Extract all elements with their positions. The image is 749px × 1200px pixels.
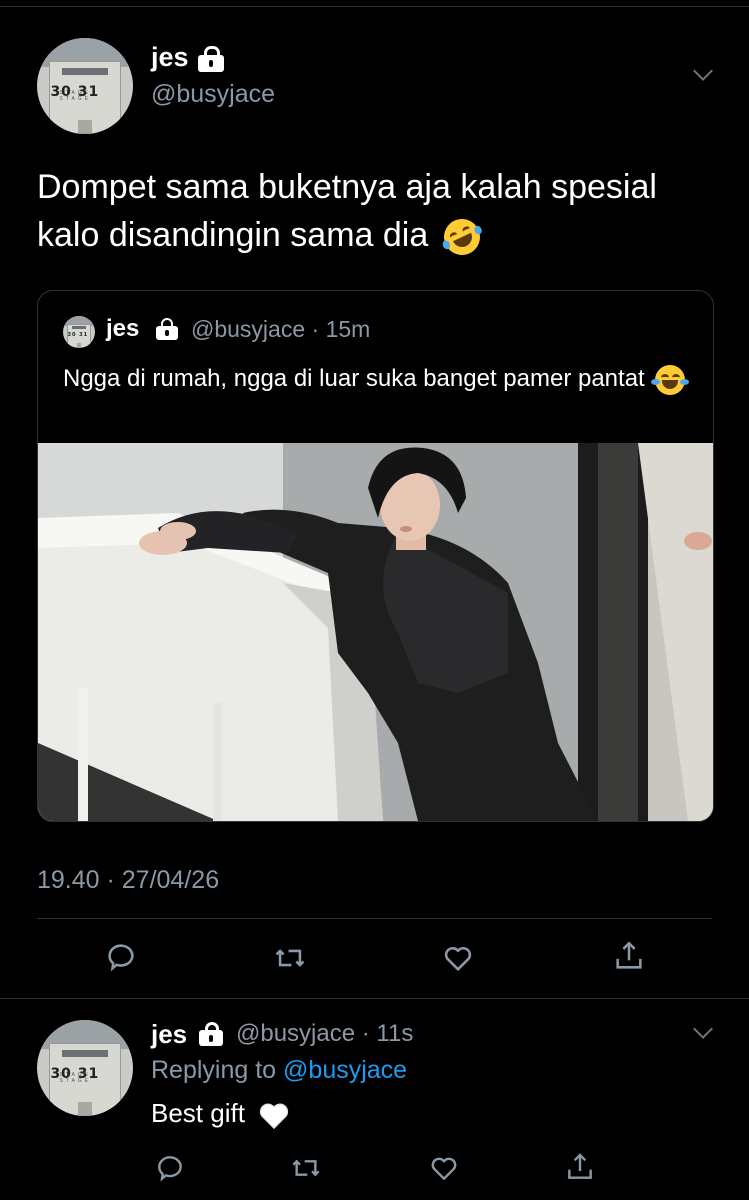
tears-of-joy-emoji-icon [651, 364, 690, 395]
avatar-stage-numbers: 30 31 [50, 84, 100, 101]
lock-icon [198, 46, 224, 72]
quote-handle-time: @busyjace · 15m [191, 316, 371, 342]
reply-handle-time[interactable]: @busyjace · 11s [236, 1020, 413, 1048]
avatar[interactable]: STAGE STAGE 30 31 [37, 38, 133, 134]
rolling-laughing-emoji-icon [437, 213, 486, 261]
quote-photo[interactable] [38, 443, 713, 821]
quote-text: Ngga di rumah, ngga di luar suka banget … [63, 361, 703, 397]
reply-avatar-stage-numbers: 30 31 [50, 1066, 100, 1083]
quoted-tweet-card[interactable]: 30 31 jes @busyjace · 15m Ngga di rumah,… [37, 290, 714, 822]
user-handle[interactable]: @busyjace [151, 80, 275, 109]
reply-display-name[interactable]: jes [151, 1019, 187, 1050]
lock-icon [156, 318, 178, 340]
reply-icon[interactable] [104, 940, 138, 974]
quote-display-name: jes [106, 315, 140, 342]
chevron-down-icon[interactable] [693, 1019, 713, 1039]
display-name[interactable]: jes [151, 42, 189, 73]
quote-avatar-stage-numbers: 30 31 [67, 332, 89, 338]
chevron-down-icon[interactable] [693, 61, 713, 81]
tweet-text: Dompet sama buketnya aja kalah spesial k… [37, 163, 717, 261]
replying-to-label: Replying to [151, 1056, 277, 1084]
reply-icon[interactable] [154, 1152, 186, 1184]
divider [37, 918, 712, 919]
lock-icon [199, 1022, 223, 1046]
tweet-body: Dompet sama buketnya aja kalah spesial k… [37, 168, 657, 254]
share-icon[interactable] [612, 938, 646, 974]
tweet-timestamp[interactable]: 19.40 · 27/04/26 [37, 866, 219, 895]
retweet-icon[interactable] [289, 1152, 323, 1184]
replying-to-handle-link[interactable]: @busyjace [283, 1056, 407, 1084]
replying-to: Replying to @busyjace [151, 1056, 407, 1085]
divider [0, 998, 749, 999]
like-icon[interactable] [427, 1152, 461, 1184]
retweet-icon[interactable] [272, 941, 308, 975]
quote-avatar: 30 31 [63, 316, 95, 348]
like-icon[interactable] [440, 941, 476, 975]
quote-body: Ngga di rumah, ngga di luar suka banget … [63, 365, 645, 392]
reply-text: Best gift [151, 1098, 290, 1130]
reply-body: Best gift [151, 1098, 245, 1128]
white-heart-emoji-icon [260, 1103, 289, 1130]
reply-avatar[interactable]: STAGE STAGE 30 31 [37, 1020, 133, 1116]
top-divider [0, 6, 749, 7]
share-icon[interactable] [564, 1150, 596, 1184]
